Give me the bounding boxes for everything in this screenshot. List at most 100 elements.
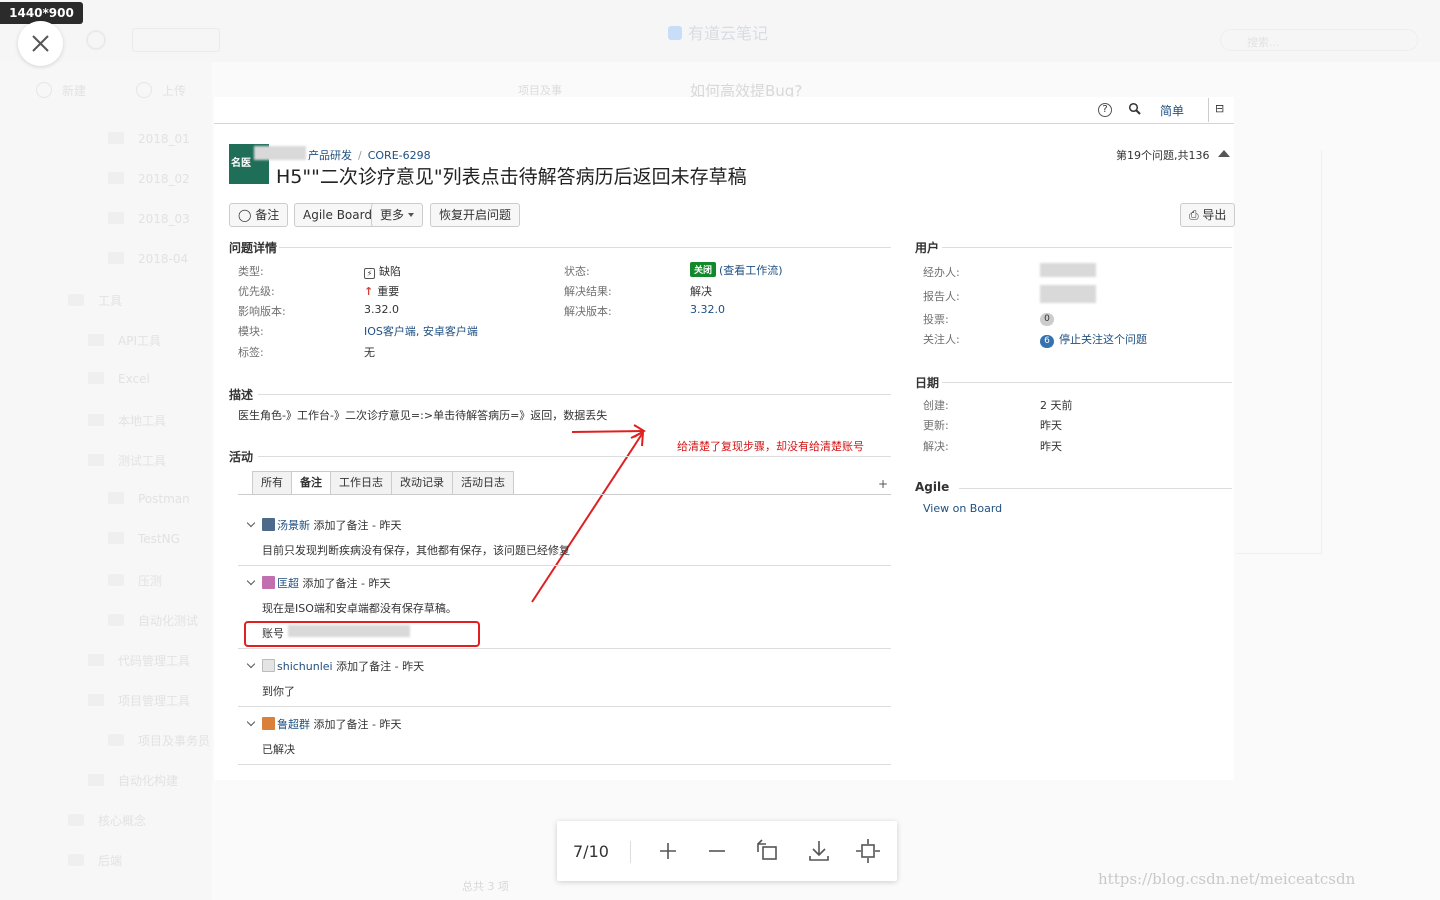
chevron-down-icon[interactable] [246, 659, 256, 669]
tab-all[interactable]: 所有 [252, 471, 291, 495]
divider [942, 382, 1232, 383]
tab-history[interactable]: 改动记录 [391, 471, 452, 495]
reopen-button[interactable]: 恢复开启问题 [430, 203, 521, 227]
comment-body: 目前只发现判断疾病没有保存，其他都有保存，该问题已经修复 [262, 544, 570, 557]
upload-label: 上传 [162, 84, 187, 98]
comment-divider [238, 648, 891, 649]
fix-version-label: 解决版本: [564, 305, 612, 318]
folder-icon [88, 694, 104, 706]
view-workflow-link[interactable]: (查看工作流) [719, 264, 783, 277]
sort-icon[interactable]: + [878, 477, 888, 491]
chevron-down-icon[interactable] [246, 717, 256, 727]
component-value[interactable]: IOS客户端, 安卓客户端 [364, 323, 478, 339]
folder-icon [108, 492, 124, 504]
watermark: https://blog.csdn.net/meiceatcsdn [1098, 870, 1356, 888]
tab-activity[interactable]: 活动日志 [452, 471, 514, 495]
sidebar-folder: 后端 [68, 852, 122, 869]
zoom-out-icon[interactable] [704, 838, 730, 864]
collapse-up-icon[interactable] [1218, 150, 1230, 157]
votes-badge: 0 [1040, 313, 1054, 326]
comment-author[interactable]: 匡超 [277, 577, 299, 590]
divider [279, 247, 891, 248]
folder-icon [68, 814, 84, 826]
download-icon[interactable] [806, 838, 832, 864]
comment-author[interactable]: 汤景新 [277, 519, 310, 532]
background-sidebar: 新建 上传 2018_01 2018_02 2018_03 2018-04 工具… [0, 62, 212, 900]
zoom-in-icon[interactable] [655, 838, 681, 864]
watchers-value: 6 停止关注这个问题 [1040, 331, 1147, 348]
resolved-label: 解决: [923, 440, 949, 453]
redacted-reporter [1040, 285, 1096, 303]
resolved-value: 昨天 [1040, 440, 1062, 453]
status-value: 关闭 (查看工作流) [690, 262, 783, 278]
stop-watching-link[interactable]: 停止关注这个问题 [1059, 333, 1147, 346]
dates-heading: 日期 [915, 376, 940, 390]
description-text: 医生角色-》工作台-》二次诊疗意见=:>单击待解答病历=》返回，数据丢失 [238, 409, 608, 422]
chevron-down-icon[interactable] [246, 518, 256, 528]
breadcrumb-project[interactable]: 产品研发 [308, 149, 352, 162]
created-value: 2 天前 [1040, 399, 1073, 412]
sidebar-folder: Postman [108, 492, 190, 506]
image-viewer-toolbar: 7/10 [557, 821, 897, 881]
screenshot-card: ? 简单 ⊟ 名医 产品研发 / CORE-6298 H5""二次诊疗意见"列表点击… [214, 97, 1236, 780]
export-button[interactable]: ⎙ 导出 [1180, 203, 1236, 227]
sidebar-folder: API工具 [88, 332, 161, 349]
fix-version-value[interactable]: 3.32.0 [690, 303, 725, 316]
chevron-down-icon[interactable] [246, 576, 256, 586]
details-heading: 问题详情 [229, 241, 278, 255]
divider [258, 394, 891, 395]
tab-worklog[interactable]: 工作日志 [330, 471, 391, 495]
status-lozenge: 关闭 [690, 262, 717, 277]
sidebar-folder: 2018_01 [108, 132, 190, 146]
resolution-label: 解决结果: [564, 285, 612, 298]
affects-version-label: 影响版本: [238, 305, 286, 318]
view-on-board-link[interactable]: View on Board [923, 502, 1002, 515]
folder-icon [88, 372, 104, 384]
folder-icon [68, 294, 84, 306]
priority-value: ↑ 重要 [364, 285, 400, 298]
folder-icon [108, 574, 124, 586]
reporter-label: 报告人: [923, 290, 960, 303]
labels-value: 无 [364, 346, 375, 359]
comment-body: 已解决 [262, 743, 295, 756]
fit-screen-icon[interactable] [855, 838, 881, 864]
highlight-box [244, 621, 480, 647]
folder-icon [68, 854, 84, 866]
priority-label: 优先级: [238, 285, 275, 298]
breadcrumb-issue-key[interactable]: CORE-6298 [368, 149, 431, 162]
help-icon[interactable]: ? [1098, 103, 1112, 117]
sidebar-folder: 压测 [108, 572, 162, 589]
folder-icon [88, 454, 104, 466]
folder-icon [108, 212, 124, 224]
background-item-count: 总共 3 项 [462, 880, 509, 893]
sidebar-folder: 项目及事务员 [108, 732, 210, 749]
type-value: ⚡ 缺陷 [364, 263, 401, 279]
comment-author[interactable]: shichunlei [277, 660, 333, 673]
simple-search-link[interactable]: 简单 [1160, 102, 1184, 119]
search-icon[interactable] [1128, 102, 1142, 116]
priority-arrow-icon: ↑ [364, 285, 374, 298]
tab-comments[interactable]: 备注 [291, 471, 330, 495]
updated-value: 昨天 [1040, 419, 1062, 432]
refresh-icon [86, 30, 106, 50]
avatar [262, 518, 275, 531]
divider [959, 488, 1232, 489]
chevron-down-icon [408, 213, 415, 217]
close-button[interactable] [18, 21, 63, 66]
sidebar-folder: TestNG [108, 532, 180, 546]
agile-board-button[interactable]: Agile Board [294, 203, 381, 227]
updated-label: 更新: [923, 419, 949, 432]
annotation-text: 给清楚了复现步骤，却没有给清楚账号 [677, 440, 864, 453]
component-label: 模块: [238, 325, 264, 338]
comment-author[interactable]: 鲁超群 [277, 718, 310, 731]
app-logo-icon [668, 26, 682, 40]
comment-button[interactable]: ◯ 备注 [229, 203, 289, 227]
layout-toggle-icon[interactable]: ⊟ [1208, 98, 1234, 122]
more-button[interactable]: 更多 [371, 203, 424, 227]
sidebar-folder: 项目管理工具 [88, 692, 190, 709]
rotate-icon[interactable] [754, 838, 780, 864]
sidebar-folder: Excel [88, 372, 150, 386]
close-icon [32, 35, 49, 52]
activity-heading: 活动 [229, 450, 254, 464]
labels-label: 标签: [238, 346, 264, 359]
